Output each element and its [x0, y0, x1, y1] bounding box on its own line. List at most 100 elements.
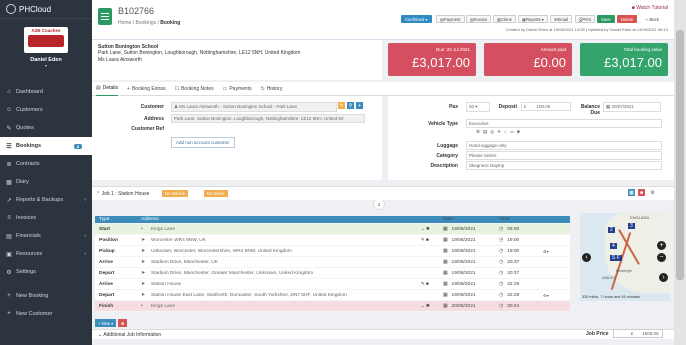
job-options-button[interactable]: ⚙: [649, 189, 656, 196]
email-button[interactable]: ✉ Email: [550, 15, 572, 23]
map-marker[interactable]: 2: [608, 227, 615, 233]
map-marker[interactable]: 4: [610, 243, 617, 249]
sidebar-item-quotes[interactable]: ✎ Quotes: [0, 119, 92, 137]
balance-due-date[interactable]: ▦ 20/07/2021: [603, 102, 661, 112]
row-edit-icons[interactable]: ⌄ ✱: [421, 226, 443, 232]
pan-left-icon[interactable]: ‹: [582, 253, 591, 262]
table-row[interactable]: Start • Kings Lane ⌄ ✱ ▦ 19/08/2021 ◷ 06:00: [95, 224, 570, 235]
tab-booking-notes[interactable]: ☐ Booking Notes: [175, 82, 214, 96]
table-row[interactable]: Arrive ➤ Stadium Drive, Manchester, UK ▦ 19/…: [95, 257, 570, 268]
stop-time[interactable]: ◷ 19:00: [499, 249, 543, 254]
table-row[interactable]: Arrive ➤ Station House ✎ ■ ▦ 19/08/2021 ◷ 22:29: [95, 279, 570, 290]
sidebar-item-customers[interactable]: ☺ Customers: [0, 101, 92, 119]
stop-date[interactable]: ▦ 19/08/2021: [443, 249, 499, 254]
vehicle-type-select[interactable]: Executive: [466, 119, 662, 128]
stop-time[interactable]: ◷ 20:37: [499, 271, 543, 276]
sidebar-item-settings[interactable]: ⚙ Settings: [0, 263, 92, 281]
stop-address[interactable]: • Kings Lane: [139, 226, 421, 232]
luggage-select[interactable]: Hand luggage only: [466, 141, 662, 150]
stop-date[interactable]: ▦ 19/08/2021: [443, 282, 499, 287]
customer-select[interactable]: ♟ Ms Laura Ainsworth - Sutton Bonington …: [171, 102, 337, 112]
table-row[interactable]: Depart ➤ Stadium Drive, Manchester, Greate…: [95, 268, 570, 279]
zoom-out-icon[interactable]: −: [657, 253, 666, 262]
stop-address[interactable]: • Kings Lane: [139, 303, 421, 309]
stop-time[interactable]: ◷ 06:00: [499, 227, 543, 232]
address-field[interactable]: Park Lane, Sutton Bonington, Loughboroug…: [171, 114, 365, 123]
stop-options-button[interactable]: ⚙▾: [543, 249, 549, 254]
sidebar-item-financials[interactable]: ▤ Financials ‹: [0, 227, 92, 245]
save-button[interactable]: Save: [597, 15, 615, 23]
stop-date[interactable]: ▦ 20/08/2021: [443, 304, 499, 309]
stop-address[interactable]: ➤ Station House East Lane, Staithorth, Do…: [139, 292, 421, 298]
stop-time[interactable]: ◷ 20:37: [499, 260, 543, 265]
table-row[interactable]: Depart ➤ Station House East Lane, Staithor…: [95, 290, 570, 301]
no-vehicle-badge[interactable]: No Vehicle: [162, 190, 189, 197]
job-title[interactable]: ⌃ Job 1 : Station House: [96, 191, 149, 197]
clone-button[interactable]: ▧ Clone: [493, 15, 516, 23]
user-profile[interactable]: A2B Coaches Daniel Eden ▾: [0, 19, 92, 83]
deposit-input[interactable]: £ 100.00: [521, 102, 571, 111]
pax-input[interactable]: 50 ▾: [466, 102, 490, 112]
print-button[interactable]: ⎙ Print: [575, 15, 595, 23]
stop-date[interactable]: ▦ 19/08/2021: [443, 227, 499, 232]
stop-date[interactable]: ▦ 19/08/2021: [443, 260, 499, 265]
sidebar-item-diary[interactable]: ▦ Diary: [0, 173, 92, 191]
app-logo[interactable]: PHCloud: [0, 0, 92, 19]
page-scrollbar[interactable]: [674, 0, 686, 345]
tab-booking-extras[interactable]: + Booking Extras: [127, 82, 166, 96]
description-input[interactable]: Skegness Daytrip: [466, 161, 662, 170]
sidebar-item-new-customer[interactable]: + New Customer: [0, 305, 92, 323]
delete-button[interactable]: Delete: [617, 15, 638, 23]
table-row[interactable]: Position ➤ Worcester WR4 9NW, UK ✎ ■ ▦ 19/08/…: [95, 235, 570, 246]
chevron-down-icon[interactable]: ▾: [0, 63, 92, 68]
add-customer-button[interactable]: +: [356, 102, 363, 109]
invoice-button[interactable]: ▤ Invoice: [466, 15, 492, 23]
breadcrumb-home[interactable]: Home: [118, 20, 131, 26]
map-job-button[interactable]: ▦: [628, 189, 635, 196]
tab-payments[interactable]: ▭ Payments: [223, 82, 252, 96]
sidebar-item-contracts[interactable]: ≣ Contracts: [0, 155, 92, 173]
sidebar-item-invoices[interactable]: ≡ Invoices: [0, 209, 92, 227]
search-customer-button[interactable]: ⚲: [347, 102, 354, 109]
sidebar-item-reports-backups[interactable]: ↗ Reports & Backups ‹: [0, 191, 92, 209]
row-edit-icons[interactable]: ⌄ ✱: [421, 303, 443, 309]
stop-address[interactable]: ➤ Worcester WR4 9NW, UK: [139, 237, 421, 243]
tab-details[interactable]: ▤ Details: [96, 82, 119, 96]
stop-address[interactable]: ➤ Stadium Drive, Manchester, UK: [139, 259, 421, 265]
sidebar-item-new-booking[interactable]: + New Booking: [0, 287, 92, 305]
zoom-in-icon[interactable]: +: [657, 241, 666, 250]
vehicle-feature-icons[interactable]: ⚙▤◎✈⌂▭■: [476, 129, 523, 135]
add-non-account-customer-button[interactable]: Add non account customer: [171, 137, 235, 148]
reports-button[interactable]: ▦ Reports ▾: [518, 15, 548, 23]
stop-time[interactable]: ◷ 00:44: [499, 304, 543, 309]
sidebar-item-dashboard[interactable]: ⌂ Dashboard: [0, 83, 92, 101]
back-button[interactable]: ⇠ Back: [642, 15, 663, 23]
row-edit-icons[interactable]: ✎ ■: [421, 237, 443, 243]
map-marker[interactable]: 3: [628, 223, 635, 229]
category-select[interactable]: Please Select: [466, 151, 662, 160]
edit-customer-button[interactable]: ✎: [338, 102, 345, 109]
no-driver-badge[interactable]: No Driver: [204, 190, 228, 197]
stop-address[interactable]: ➤ Stadium Drive, Manchester, Greater Manc…: [139, 270, 421, 276]
sidebar-item-bookings[interactable]: ☰ Bookings 8: [0, 137, 92, 155]
stop-date[interactable]: ▦ 19/08/2021: [443, 238, 499, 243]
stop-address[interactable]: ➤ Station House: [139, 281, 421, 287]
pan-right-icon[interactable]: ›: [659, 273, 668, 282]
new-stop-button[interactable]: + New ▾: [95, 319, 117, 327]
stop-time[interactable]: ◷ 22:29: [499, 282, 543, 287]
delete-job-button[interactable]: ■: [638, 189, 645, 196]
route-map[interactable]: ENGLAND Birmingh WALES 2 3 4 S F + − ‹ ›…: [580, 213, 670, 301]
breadcrumb-bookings[interactable]: Bookings: [136, 20, 157, 26]
status-confirmed-button[interactable]: Confirmed ▾: [401, 15, 432, 23]
row-edit-icons[interactable]: ✎ ■: [421, 281, 443, 287]
stop-date[interactable]: ▦ 19/08/2021: [443, 293, 499, 298]
job-price-input[interactable]: £ 1500.00: [612, 329, 663, 338]
stop-options-button[interactable]: ⚙▾: [543, 293, 549, 298]
delete-stop-button[interactable]: ■: [118, 319, 127, 327]
stop-address[interactable]: ➤ Unknown, Worcester, Worcestershire, WR4…: [139, 248, 421, 254]
stop-time[interactable]: ◷ 22:29: [499, 293, 543, 298]
watch-tutorial-link[interactable]: ■ Watch Tutorial: [632, 5, 668, 11]
tab-history[interactable]: ↻ History: [261, 82, 283, 96]
map-marker[interactable]: S F: [610, 255, 622, 261]
stop-date[interactable]: ▦ 19/08/2021: [443, 271, 499, 276]
